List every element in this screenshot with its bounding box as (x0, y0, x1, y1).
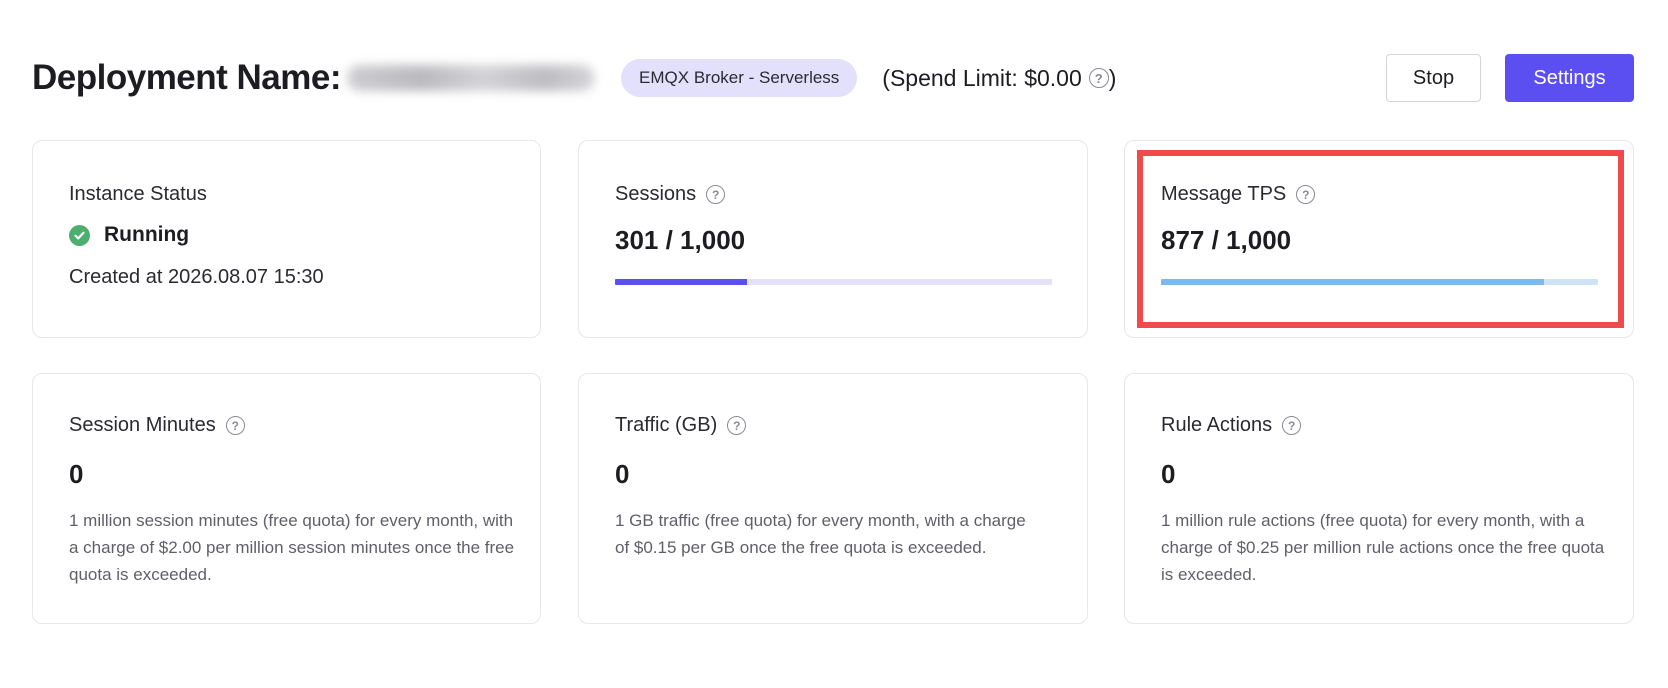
help-icon[interactable]: ? (225, 416, 245, 435)
traffic-value: 0 (615, 459, 630, 489)
created-at: Created at 2026.08.07 15:30 (69, 266, 324, 288)
spend-limit: (Spend Limit: $0.00 ? ) (882, 65, 1116, 92)
page-title: Deployment Name: (32, 58, 342, 97)
check-circle-icon (69, 224, 90, 246)
message-tps-card: Message TPS ? 877 / 1,000 (1124, 140, 1634, 338)
sessions-label: Sessions (615, 183, 697, 205)
help-icon[interactable]: ? (706, 185, 726, 204)
session-minutes-card: Session Minutes ? 0 1 million session mi… (32, 373, 541, 624)
sessions-label-row: Sessions ? (615, 183, 726, 206)
status-text: Running (104, 223, 190, 246)
session-minutes-label: Session Minutes (69, 414, 216, 436)
spend-limit-text: (Spend Limit: $0.00 (882, 64, 1082, 91)
help-icon[interactable]: ? (727, 416, 747, 435)
session-minutes-value: 0 (69, 459, 84, 489)
sessions-progress-fill (615, 279, 747, 285)
message-tps-value: 877 / 1,000 (1161, 225, 1292, 255)
traffic-description: 1 GB traffic (free quota) for every mont… (615, 511, 1026, 557)
rule-actions-description: 1 million rule actions (free quota) for … (1161, 511, 1605, 584)
help-icon[interactable]: ? (1296, 185, 1316, 204)
deployment-name-redacted (347, 65, 596, 91)
rule-actions-label-row: Rule Actions ? (1161, 414, 1302, 437)
status-row: Running (69, 223, 189, 247)
stop-button[interactable]: Stop (1386, 54, 1481, 102)
sessions-value: 301 / 1,000 (615, 225, 746, 255)
traffic-card: Traffic (GB) ? 0 1 GB traffic (free quot… (578, 373, 1088, 624)
instance-status-card: Instance Status Running Created at 2026.… (32, 140, 541, 338)
help-icon[interactable]: ? (1088, 68, 1109, 88)
message-tps-progress-bar (1161, 279, 1598, 285)
message-tps-label: Message TPS (1161, 183, 1287, 205)
instance-status-label: Instance Status (69, 183, 207, 205)
settings-button[interactable]: Settings (1505, 54, 1634, 102)
message-tps-progress-fill (1161, 279, 1545, 285)
rule-actions-value: 0 (1161, 459, 1176, 489)
rule-actions-card: Rule Actions ? 0 1 million rule actions … (1124, 373, 1634, 624)
deployment-header: Deployment Name: EMQX Broker - Serverles… (32, 54, 1634, 102)
traffic-label: Traffic (GB) (615, 414, 718, 436)
spend-limit-close: ) (1108, 64, 1117, 91)
sessions-card: Sessions ? 301 / 1,000 (578, 140, 1088, 338)
session-minutes-label-row: Session Minutes ? (69, 414, 245, 437)
traffic-label-row: Traffic (GB) ? (615, 414, 747, 437)
help-icon[interactable]: ? (1282, 416, 1302, 435)
sessions-progress-bar (615, 279, 1052, 285)
rule-actions-label: Rule Actions (1161, 414, 1273, 436)
message-tps-label-row: Message TPS ? (1161, 183, 1316, 206)
session-minutes-description: 1 million session minutes (free quota) f… (69, 511, 515, 584)
plan-badge: EMQX Broker - Serverless (621, 59, 858, 97)
